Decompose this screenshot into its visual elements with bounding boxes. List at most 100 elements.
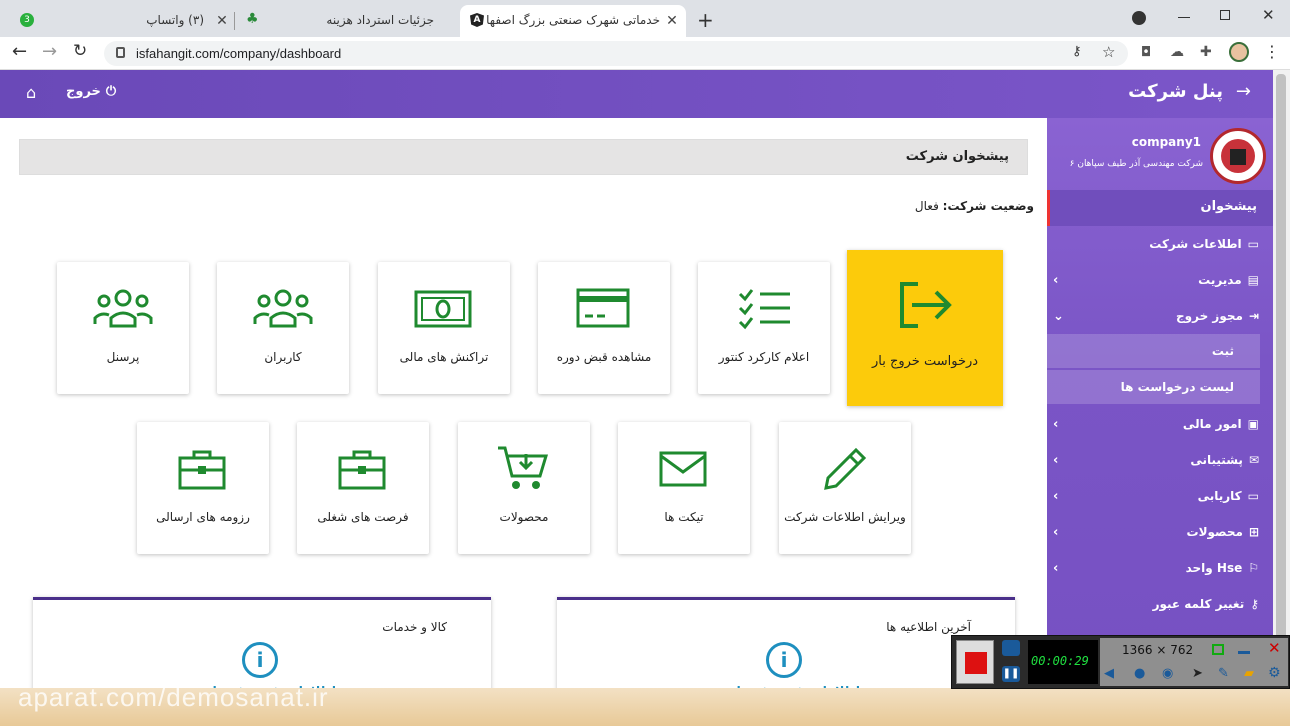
new-tab-button[interactable]: + [697,8,714,32]
tile-submitted-resumes[interactable]: رزومه های ارسالی [137,422,269,554]
tab-title: (۳) واتساپ [146,13,204,27]
camera-icon[interactable]: ◘ [1141,45,1151,60]
sidebar-item-jobs[interactable]: ‹ کاریابی ▭ [1047,478,1273,514]
chevron-down-icon: ⌄ [1053,308,1064,324]
power-icon: ⏻ [105,84,117,99]
recorder-resolution-panel: 1366 × 762 ✕ ◀ ● ◉ ➤ ✎ ▰ ⚙ [1100,638,1288,686]
sidebar-item-label: اطلاعات شرکت [1149,237,1242,251]
key-icon[interactable]: ⚷ [1072,44,1082,59]
hse-icon: ⚐ [1248,561,1259,575]
sidebar-item-label: پشتیبانی [1190,453,1243,467]
tile-meter-report[interactable]: اعلام کارکرد کنتور [698,262,830,394]
tile-users[interactable]: کاربران [217,262,349,394]
menu-icon[interactable]: ⋮ [1264,42,1280,61]
sidebar-item-products[interactable]: ‹ محصولات ⊞ [1047,514,1273,550]
square-icon[interactable] [1212,644,1224,655]
cursor-icon[interactable]: ➤ [1192,666,1203,681]
tab-refund-details[interactable]: ♣ جزئیات استرداد هزینه [238,5,458,37]
sidebar-item-hse[interactable]: ‹ واحد Hse ⚐ [1047,550,1273,586]
minimize-recorder-icon[interactable] [1238,651,1250,654]
tile-label: فرصت های شغلی [317,510,409,524]
star-icon[interactable]: ☆ [1102,43,1115,61]
tile-label: تراکنش های مالی [399,350,489,364]
sidebar-item-change-password[interactable]: تغییر کلمه عبور ⚷ [1047,586,1273,622]
tab-whatsapp[interactable]: 3 (۳) واتساپ ✕ [12,5,234,37]
sidebar-item-support[interactable]: ‹ پشتیبانی ✉ [1047,442,1273,478]
info-icon: i [766,642,802,678]
tile-tickets[interactable]: تیکت ها [618,422,750,554]
profile-avatar[interactable] [1229,42,1249,62]
sidebar-item-finance[interactable]: ‹ امور مالی ▣ [1047,406,1273,442]
status-label: وضعیت شرکت: [942,199,1034,213]
profile-block: company1 شرکت مهندسی آذر طیف سپاهان ۶ [1047,118,1273,188]
logout-button[interactable]: خروج ⏻ [66,84,116,99]
sidebar-item-exit-permit[interactable]: ⌄ مجوز خروج ⇥ [1047,298,1273,334]
reload-icon[interactable]: ↻ [73,41,87,61]
credit-card-icon [576,288,630,328]
welcome-banner: پیشخوان شرکت [19,139,1028,175]
pen-icon[interactable]: ✎ [1218,666,1229,681]
sidebar-item-dashboard[interactable]: پیشخوان [1047,190,1273,226]
tile-label: پرسنل [106,350,140,364]
tile-label: درخواست خروج بار [871,354,979,369]
restore-button[interactable] [1220,10,1230,20]
address-bar-row: ← → ↻ isfahangit.com/company/dashboard ⚷… [0,37,1290,70]
chevron-left-icon: ‹ [1053,416,1059,432]
recording-timer: 00:00:29 [1028,640,1098,684]
sidebar-item-label: مجوز خروج [1176,309,1243,323]
tile-exit-cargo-request[interactable]: درخواست خروج بار [847,250,1003,406]
snapshot-icon[interactable] [1002,640,1020,656]
chevron-left-icon: ‹ [1053,560,1059,576]
cloud-icon[interactable]: ☁ [1170,44,1184,60]
pause-icon[interactable]: ❚❚ [1002,666,1020,682]
sidebar-subitem-label: لیست درخواست ها [1120,380,1234,394]
tile-view-bill[interactable]: مشاهده قبض دوره [538,262,670,394]
arrow-right-icon[interactable]: → [1236,81,1251,102]
record-stop-button[interactable] [956,640,994,684]
tile-personnel[interactable]: پرسنل [57,262,189,394]
webcam-icon[interactable]: ◉ [1162,666,1173,681]
sidebar-item-company-info[interactable]: اطلاعات شرکت ▭ [1047,226,1273,262]
tab-company-panel[interactable]: A خدماتی شهرک صنعتی بزرگ اصفها ✕ [460,5,686,37]
home-icon[interactable]: ⌂ [26,83,36,102]
settings-icon[interactable]: ⚙ [1268,665,1281,681]
tab-close-icon[interactable]: ✕ [214,13,230,29]
record-icon [965,652,987,674]
key-icon: ⚷ [1250,597,1259,611]
minimize-button[interactable] [1178,17,1190,18]
sidebar-active-label: پیشخوان [1200,199,1258,214]
close-recorder-icon[interactable]: ✕ [1268,639,1281,657]
tab-search-icon[interactable] [1132,11,1146,25]
sidebar-item-label: مدیریت [1198,273,1242,287]
page-title: پنل شرکت [1128,81,1223,102]
tile-edit-company-info[interactable]: ویرایش اطلاعات شرکت [779,422,911,554]
page-scrollbar[interactable] [1273,70,1290,726]
users-icon [253,289,313,328]
tile-financial-transactions[interactable]: تراکنش های مالی [378,262,510,394]
tile-label: اعلام کارکرد کنتور [718,350,810,364]
folder-icon[interactable]: ▰ [1244,666,1254,681]
forward-icon[interactable]: → [42,41,57,62]
speaker-icon[interactable]: ◀ [1104,666,1114,681]
sidebar-item-label: تغییر کلمه عبور [1152,597,1245,611]
card-latest-announcements: آخرین اطلاعیه ها i اطلاعاتی ثبت نشده است [557,597,1015,698]
close-window-button[interactable]: ✕ [1262,6,1275,24]
url-bar[interactable]: isfahangit.com/company/dashboard ⚷ ☆ [104,41,1128,66]
sidebar-subitem-request-list[interactable]: لیست درخواست ها [1047,370,1260,404]
tile-products[interactable]: محصولات [458,422,590,554]
chart-icon: ▤ [1247,273,1259,287]
extensions-icon[interactable]: ✚ [1200,44,1212,60]
money-icon [414,290,472,328]
chevron-left-icon: ‹ [1053,452,1059,468]
back-icon[interactable]: ← [12,41,27,62]
tile-job-opportunities[interactable]: فرصت های شغلی [297,422,429,554]
tab-close-icon[interactable]: ✕ [664,13,680,29]
tab-title: خدماتی شهرک صنعتی بزرگ اصفها [486,13,660,27]
microphone-icon[interactable]: ● [1134,666,1145,681]
sidebar-item-management[interactable]: ‹ مدیریت ▤ [1047,262,1273,298]
sidebar-subitem-register[interactable]: ثبت [1047,334,1260,368]
whatsapp-badge-icon: 3 [20,13,34,27]
url-text: isfahangit.com/company/dashboard [136,46,342,61]
sidebar-item-label: کاریابی [1197,489,1242,503]
briefcase-icon [338,450,386,490]
